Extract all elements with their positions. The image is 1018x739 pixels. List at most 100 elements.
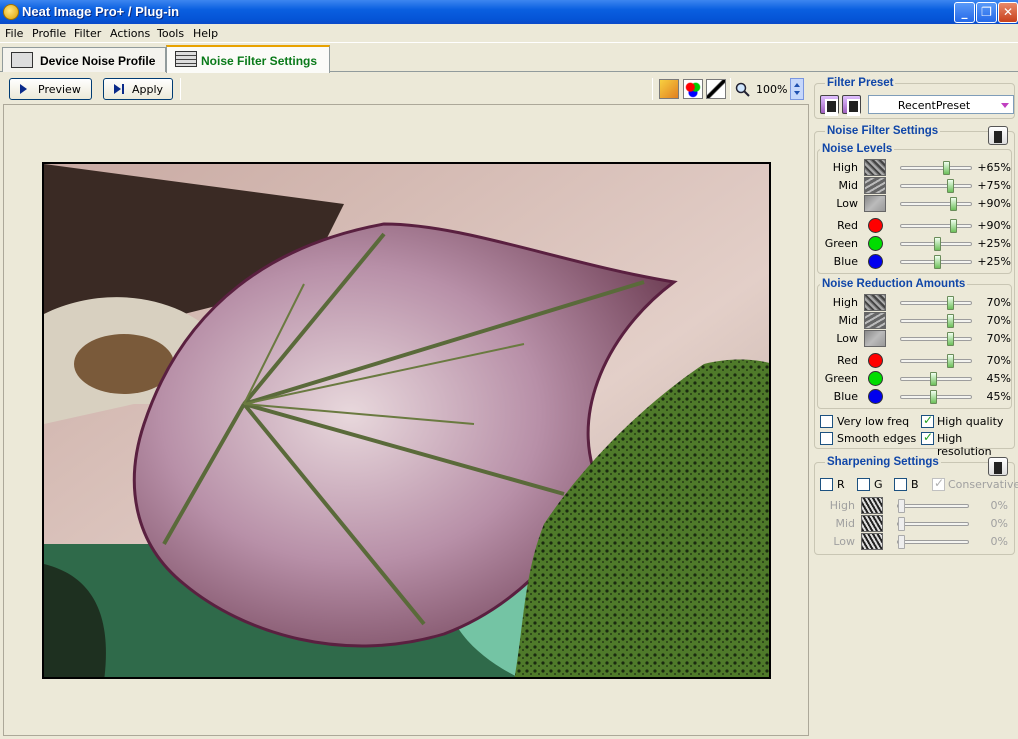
slider-thumb[interactable]: [898, 517, 905, 531]
maximize-button[interactable]: ❐: [976, 2, 997, 23]
noise-level-slider[interactable]: [900, 237, 972, 251]
apply-button[interactable]: Apply: [103, 78, 173, 100]
slider-thumb[interactable]: [947, 179, 954, 193]
noise-reduction-group: Noise Reduction Amounts High 70% Mid 70% Low…: [817, 278, 1012, 409]
title-bar[interactable]: Neat Image Pro+ / Plug-in _ ❐ ✕: [0, 0, 1018, 24]
high-quality-checkbox[interactable]: [921, 413, 934, 428]
slider-thumb[interactable]: [947, 332, 954, 346]
smooth-edges-checkbox[interactable]: [820, 432, 833, 445]
slider-thumb[interactable]: [947, 296, 954, 310]
slider-thumb[interactable]: [947, 314, 954, 328]
sharpen-b-checkbox[interactable]: [894, 478, 907, 491]
very-low-freq-checkbox[interactable]: [820, 415, 833, 428]
noise-level-slider[interactable]: [900, 179, 972, 193]
sharpening-slider[interactable]: [897, 517, 969, 531]
slider-thumb[interactable]: [930, 372, 937, 386]
sharpening-slider[interactable]: [897, 535, 969, 549]
slider-thumb[interactable]: [950, 197, 957, 211]
high-resolution-checkbox[interactable]: [921, 430, 934, 445]
preview-button[interactable]: Preview: [9, 78, 92, 100]
noise-filter-title: Noise Filter Settings: [825, 125, 941, 137]
rgb-channels-icon[interactable]: [683, 79, 703, 99]
close-button[interactable]: ✕: [998, 2, 1018, 23]
slider-thumb[interactable]: [947, 354, 954, 368]
sharpen-r-checkbox[interactable]: [820, 478, 833, 491]
tab-strip: Device Noise Profile Noise Filter Settin…: [0, 44, 1018, 73]
high-resolution-label: High resolution: [937, 432, 992, 458]
magnifier-icon[interactable]: [735, 82, 751, 98]
red-channel-dot-icon: [868, 353, 883, 368]
noise-reduction-value: 70%: [986, 332, 1011, 345]
menu-filter[interactable]: Filter: [74, 27, 101, 40]
noise-levels-title: Noise Levels: [820, 143, 895, 155]
trash-icon[interactable]: [988, 457, 1008, 476]
conservative-checkbox[interactable]: [932, 476, 945, 491]
menu-file[interactable]: File: [5, 27, 23, 40]
noise-level-slider[interactable]: [900, 161, 972, 175]
noise-reduction-label: Red: [837, 354, 858, 367]
noise-level-slider[interactable]: [900, 219, 972, 233]
noise-level-row-high: High +65%: [818, 159, 1018, 177]
menu-bar: File Profile Filter Actions Tools Help: [0, 24, 1018, 43]
noise-reduction-slider[interactable]: [900, 314, 972, 328]
noise-level-value: +65%: [977, 161, 1011, 174]
noise-reduction-slider[interactable]: [900, 332, 972, 346]
noise-reduction-value: 45%: [986, 372, 1011, 385]
noise-reduction-slider[interactable]: [900, 390, 972, 404]
blue-channel-dot-icon: [868, 254, 883, 269]
noise-level-slider[interactable]: [900, 197, 972, 211]
high-frequency-swatch-icon: [864, 159, 886, 176]
menu-actions[interactable]: Actions: [110, 27, 150, 40]
noise-level-label: Blue: [833, 255, 858, 268]
noise-reduction-row-mid: Mid 70%: [818, 312, 1018, 330]
image-viewer[interactable]: [3, 104, 809, 736]
sharpening-slider[interactable]: [897, 499, 969, 513]
tab-noise-filter-settings[interactable]: Noise Filter Settings: [166, 45, 330, 73]
preset-value: RecentPreset: [897, 99, 971, 112]
noise-level-value: +90%: [977, 197, 1011, 210]
tab-device-noise-profile[interactable]: Device Noise Profile: [2, 47, 166, 72]
noise-level-slider[interactable]: [900, 255, 972, 269]
noise-level-value: +25%: [977, 255, 1011, 268]
chevron-down-icon: [1001, 103, 1009, 108]
preset-select[interactable]: RecentPreset: [868, 95, 1014, 114]
zoom-spinner[interactable]: [790, 78, 804, 100]
sharpening-value: 0%: [990, 535, 1008, 548]
slider-thumb[interactable]: [898, 535, 905, 549]
noise-reduction-slider[interactable]: [900, 354, 972, 368]
noise-reduction-label: High: [832, 296, 858, 309]
noise-reduction-slider[interactable]: [900, 372, 972, 386]
low-frequency-swatch-icon: [864, 330, 886, 347]
slider-thumb[interactable]: [943, 161, 950, 175]
trash-icon[interactable]: [988, 126, 1008, 145]
slider-thumb[interactable]: [898, 499, 905, 513]
play-icon: [114, 84, 121, 94]
preview-label: Preview: [38, 83, 81, 96]
layers-icon[interactable]: [659, 79, 679, 99]
slider-thumb[interactable]: [934, 255, 941, 269]
noise-level-label: High: [832, 161, 858, 174]
slider-thumb[interactable]: [930, 390, 937, 404]
menu-help[interactable]: Help: [193, 27, 218, 40]
blue-channel-dot-icon: [868, 389, 883, 404]
sharpen-g-label: G: [874, 478, 883, 491]
play-icon: [20, 84, 27, 94]
noise-reduction-value: 70%: [986, 314, 1011, 327]
noise-reduction-slider[interactable]: [900, 296, 972, 310]
settings-panel: Filter Preset RecentPreset Noise Filter …: [812, 74, 1018, 739]
spinner-arrows-icon: [794, 83, 800, 95]
slider-thumb[interactable]: [934, 237, 941, 251]
minimize-button[interactable]: _: [954, 2, 975, 23]
fit-to-window-icon[interactable]: [706, 79, 726, 99]
menu-profile[interactable]: Profile: [32, 27, 66, 40]
menu-tools[interactable]: Tools: [157, 27, 184, 40]
app-icon: [3, 4, 19, 20]
save-as-preset-icon[interactable]: [842, 95, 861, 116]
noise-reduction-row-high: High 70%: [818, 294, 1018, 312]
noise-level-label: Low: [836, 197, 858, 210]
green-channel-dot-icon: [868, 371, 883, 386]
sharpen-g-checkbox[interactable]: [857, 478, 870, 491]
slider-thumb[interactable]: [950, 219, 957, 233]
red-channel-dot-icon: [868, 218, 883, 233]
save-preset-icon[interactable]: [820, 95, 839, 116]
